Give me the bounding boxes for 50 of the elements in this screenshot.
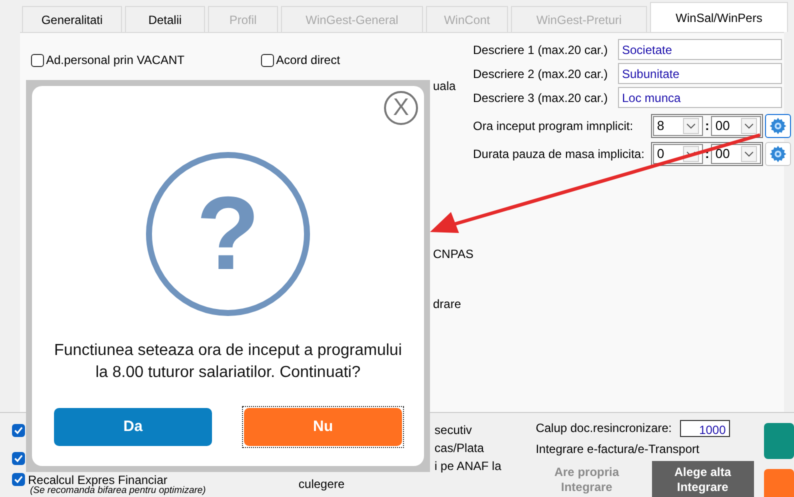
tab[interactable]: WinSal/WinPers <box>650 2 788 32</box>
checkbox[interactable] <box>12 452 25 465</box>
tab[interactable]: Detalii <box>125 6 205 32</box>
checkbox[interactable] <box>12 473 25 486</box>
question-icon: ? <box>146 152 310 316</box>
time-select[interactable]: 00 <box>711 116 762 136</box>
colon-separator: : <box>705 117 710 136</box>
time-label: Ora inceput program imnplicit: <box>473 118 634 135</box>
gear-icon <box>769 117 788 135</box>
settings-button[interactable] <box>765 114 792 138</box>
option-label: secutiv <box>434 422 472 439</box>
time-select[interactable]: 00 <box>711 144 762 164</box>
option-label: uala <box>433 78 456 95</box>
chevron-down-icon <box>741 118 758 134</box>
checkbox[interactable] <box>31 54 44 66</box>
calup-field[interactable]: 1000 <box>680 420 730 436</box>
description-label: Descriere 2 (max.20 car.) <box>473 66 609 82</box>
description-label: Descriere 1 (max.20 car.) <box>473 42 609 58</box>
dialog-message: Functiunea seteaza ora de inceput a programului la 8.00 tuturor salariatilor. Continuati? <box>53 341 403 383</box>
chevron-down-icon <box>741 146 758 162</box>
description-field[interactable]: Societate <box>618 39 782 60</box>
time-select[interactable]: 8 <box>653 116 703 136</box>
time-value: 8 <box>657 117 664 136</box>
time-value: 0 <box>657 145 664 164</box>
checkbox[interactable] <box>261 54 274 66</box>
gear-icon <box>769 145 788 163</box>
option-label: CNPAS <box>433 246 474 263</box>
chevron-down-icon <box>683 118 699 134</box>
time-value: 00 <box>715 117 730 136</box>
option-label: drare <box>433 296 462 313</box>
option-label: cas/Plata <box>434 440 484 457</box>
description-field[interactable]: Subunitate <box>618 63 782 84</box>
option-label: Ad.personal prin VACANT <box>46 52 185 69</box>
settings-button[interactable] <box>765 142 792 166</box>
option-label: culegere <box>298 476 345 493</box>
tab[interactable]: Generalitati <box>22 6 122 32</box>
description-label: Descriere 3 (max.20 car.) <box>473 90 609 106</box>
integration-button[interactable]: Alege alta Integrare <box>652 461 754 497</box>
dialog-button[interactable]: Da <box>54 408 212 446</box>
description-field[interactable]: Loc munca <box>618 87 782 108</box>
time-label: Durata pauza de masa implicita: <box>473 146 646 163</box>
checkbox[interactable] <box>12 424 25 437</box>
hint-text: (Se recomanda bifarea pentru optimizare) <box>29 486 206 496</box>
time-value: 00 <box>715 145 730 164</box>
calup-label: Calup doc.resincronizare: <box>536 420 672 437</box>
close-button[interactable]: X <box>384 91 418 125</box>
option-label: Recalcul Expres Financiar <box>28 474 168 486</box>
option-label: Acord direct <box>276 52 340 69</box>
integration-label: Integrare e-factura/e-Transport <box>536 441 700 458</box>
option-label: i pe ANAF la <box>434 458 502 475</box>
